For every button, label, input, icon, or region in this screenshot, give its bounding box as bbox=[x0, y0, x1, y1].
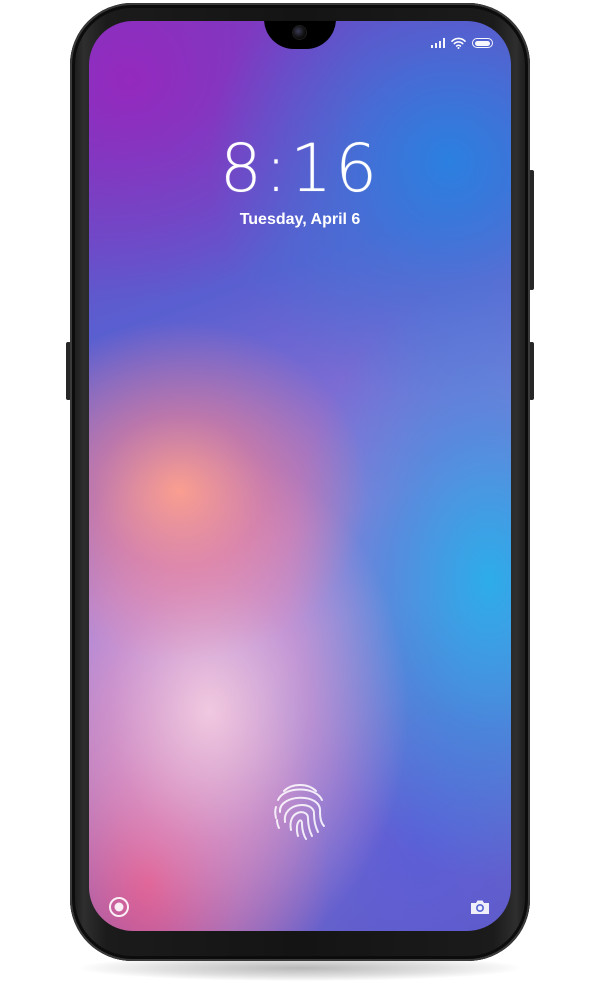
camera-record-icon[interactable] bbox=[107, 895, 131, 919]
battery-icon bbox=[472, 38, 493, 48]
lock-date: Tuesday, April 6 bbox=[239, 211, 361, 228]
stage: 8:16 Tuesday, April 6 bbox=[0, 0, 600, 1000]
notch bbox=[264, 21, 336, 49]
wifi-icon bbox=[451, 37, 466, 49]
camera-icon[interactable] bbox=[468, 895, 492, 919]
status-bar bbox=[430, 36, 493, 50]
fingerprint-icon[interactable] bbox=[270, 778, 330, 842]
lock-clock: 8:16 bbox=[219, 130, 381, 207]
front-camera bbox=[293, 26, 306, 39]
signal-icon bbox=[430, 38, 445, 48]
lock-screen[interactable]: 8:16 Tuesday, April 6 bbox=[89, 21, 511, 931]
